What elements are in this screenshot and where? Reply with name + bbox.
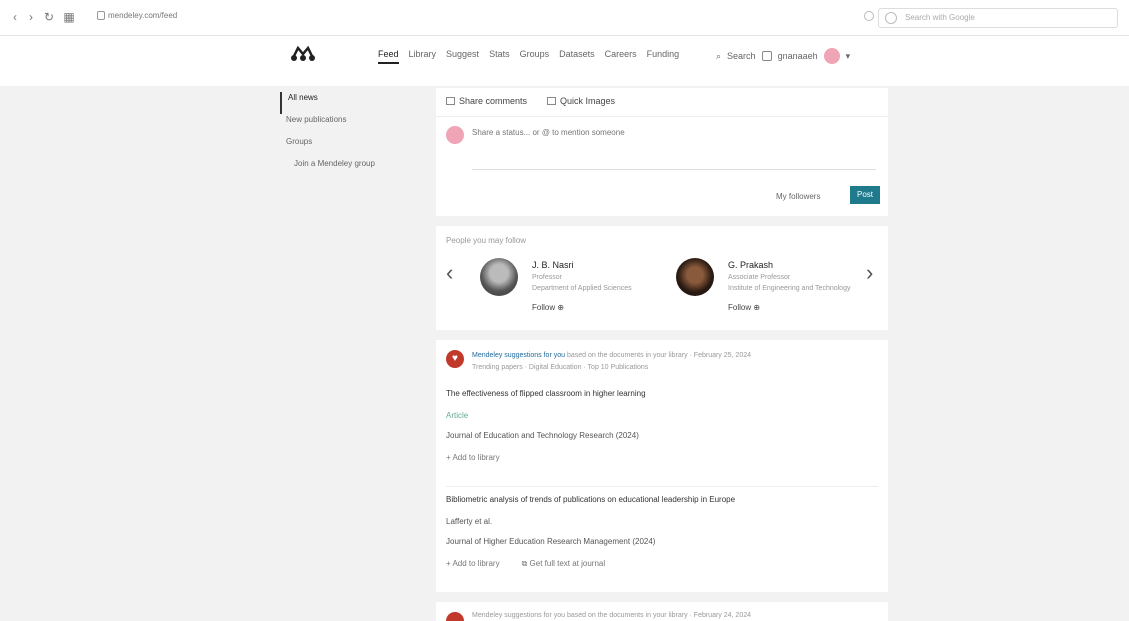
tab-quick-images[interactable]: Quick Images: [547, 96, 615, 106]
suggested-person: G. Prakash Associate Professor Institute…: [676, 258, 856, 320]
feed-sidebar: All news New publications Groups Join a …: [280, 92, 420, 180]
suggestions-heading: People you may follow: [446, 236, 527, 245]
mendeley-suggestion-icon: ♥: [446, 350, 464, 368]
composer-avatar: [446, 126, 464, 144]
composer-divider: [436, 116, 888, 117]
reload-icon[interactable]: ↻: [42, 10, 56, 24]
site-info-icon[interactable]: [97, 11, 105, 20]
nav-careers[interactable]: Careers: [605, 49, 637, 64]
get-full-text-label: Get full text at journal: [529, 559, 606, 568]
forward-icon[interactable]: ›: [24, 10, 38, 24]
sidebar-item-groups[interactable]: Groups: [280, 136, 420, 158]
person-name[interactable]: G. Prakash: [728, 260, 773, 270]
add-person-icon: ⊕: [557, 303, 565, 312]
entry-meta: Article: [446, 411, 469, 420]
browser-toolbar: ‹ › ↻ ▦ mendeley.com/feed Search with Go…: [0, 0, 1129, 36]
main-nav: Feed Library Suggest Stats Groups Datase…: [378, 49, 679, 64]
chevron-left-icon[interactable]: ‹: [446, 260, 453, 286]
comment-icon: [446, 97, 455, 105]
notification-icon[interactable]: [761, 51, 772, 61]
follow-label: Follow: [532, 303, 556, 312]
nav-groups[interactable]: Groups: [520, 49, 550, 64]
browser-search-placeholder: Search with Google: [905, 13, 975, 22]
search-icon[interactable]: ⌕: [716, 51, 721, 62]
post-input[interactable]: [472, 128, 876, 170]
nav-datasets[interactable]: Datasets: [559, 49, 595, 64]
add-person-icon: ⊕: [753, 303, 761, 312]
person-name[interactable]: J. B. Nasri: [532, 260, 574, 270]
add-to-library-label: Add to library: [452, 559, 500, 568]
tab-quick-images-label: Quick Images: [560, 96, 616, 106]
person-institution: Institute of Engineering and Technology: [728, 285, 851, 292]
nav-suggest[interactable]: Suggest: [446, 49, 479, 64]
add-to-library-label: Add to library: [452, 453, 500, 462]
image-icon: [547, 97, 557, 105]
tab-share-comments[interactable]: Share comments: [446, 96, 527, 106]
entry-divider: [446, 486, 878, 487]
add-to-library-button[interactable]: + Add to library: [446, 559, 500, 569]
composer-tabs: Share comments Quick Images: [446, 96, 615, 106]
feed-item-subline: Trending papers · Digital Education · To…: [472, 364, 649, 371]
add-to-library-button[interactable]: + Add to library: [446, 453, 500, 462]
chevron-right-icon[interactable]: ›: [866, 260, 873, 286]
feed-item-source[interactable]: Mendeley suggestions for you: [472, 352, 565, 359]
entry-actions: + Add to library: [446, 453, 878, 462]
address-bar[interactable]: mendeley.com/feed: [108, 11, 177, 20]
sidebar-item-new-publications[interactable]: New publications: [280, 114, 420, 136]
feed-entry: The effectiveness of flipped classroom i…: [446, 388, 878, 462]
user-menu-chevron-icon[interactable]: ▾: [846, 51, 851, 62]
nav-funding[interactable]: Funding: [647, 49, 680, 64]
entry-source: Journal of Higher Education Research Man…: [446, 537, 656, 546]
mendeley-suggestion-icon: [446, 612, 464, 621]
feed-item: Mendeley suggestions for you based on th…: [436, 602, 888, 621]
people-suggestions: People you may follow ‹ J. B. Nasri Prof…: [436, 226, 888, 330]
entry-title[interactable]: Bibliometric analysis of trends of publi…: [446, 494, 878, 506]
post-button[interactable]: Post: [850, 186, 880, 204]
visibility-select[interactable]: My followers: [776, 192, 820, 201]
user-avatar[interactable]: [823, 48, 840, 64]
search-link[interactable]: Search: [727, 51, 756, 61]
person-photo[interactable]: [676, 258, 714, 296]
nav-library[interactable]: Library: [409, 49, 437, 64]
follow-label: Follow: [728, 303, 752, 312]
browser-search-box[interactable]: Search with Google: [878, 8, 1118, 28]
back-icon[interactable]: ‹: [8, 10, 22, 24]
feed-entry: Bibliometric analysis of trends of publi…: [446, 494, 878, 569]
person-institution: Department of Applied Sciences: [532, 285, 632, 292]
user-name[interactable]: gnanaaeh: [778, 51, 818, 61]
tabs-icon[interactable]: ▦: [62, 10, 76, 24]
get-full-text-button[interactable]: ⧉ Get full text at journal: [522, 559, 606, 569]
post-composer: Share comments Quick Images My followers…: [436, 88, 888, 216]
tab-share-comments-label: Share comments: [459, 96, 528, 106]
nav-feed[interactable]: Feed: [378, 49, 399, 64]
entry-title[interactable]: The effectiveness of flipped classroom i…: [446, 388, 878, 400]
follow-button[interactable]: Follow ⊕: [728, 303, 760, 312]
sidebar-item-all-news[interactable]: All news: [280, 92, 420, 114]
feed-item-header: Mendeley suggestions for you based on th…: [472, 350, 872, 374]
entry-actions: + Add to library ⧉ Get full text at jour…: [446, 559, 878, 569]
entry-source: Journal of Education and Technology Rese…: [446, 431, 639, 440]
follow-button[interactable]: Follow ⊕: [532, 303, 564, 312]
feed-item-header: Mendeley suggestions for you based on th…: [472, 612, 751, 619]
person-photo[interactable]: [480, 258, 518, 296]
extension-icon[interactable]: [864, 11, 874, 21]
person-role: Professor: [532, 274, 562, 281]
mendeley-logo[interactable]: [290, 44, 316, 64]
feed-item-header-text: based on the documents in your library ·…: [566, 352, 752, 359]
google-icon: [885, 12, 897, 24]
nav-stats[interactable]: Stats: [489, 49, 510, 64]
site-header: Feed Library Suggest Stats Groups Datase…: [0, 36, 1129, 86]
suggested-person: J. B. Nasri Professor Department of Appl…: [480, 258, 660, 320]
user-area: ⌕ Search gnanaaeh ▾: [716, 48, 850, 64]
entry-authors: Lafferty et al.: [446, 517, 493, 526]
person-role: Associate Professor: [728, 274, 791, 281]
sidebar-item-join-group[interactable]: Join a Mendeley group: [280, 158, 420, 180]
feed-item: ♥ Mendeley suggestions for you based on …: [436, 340, 888, 592]
